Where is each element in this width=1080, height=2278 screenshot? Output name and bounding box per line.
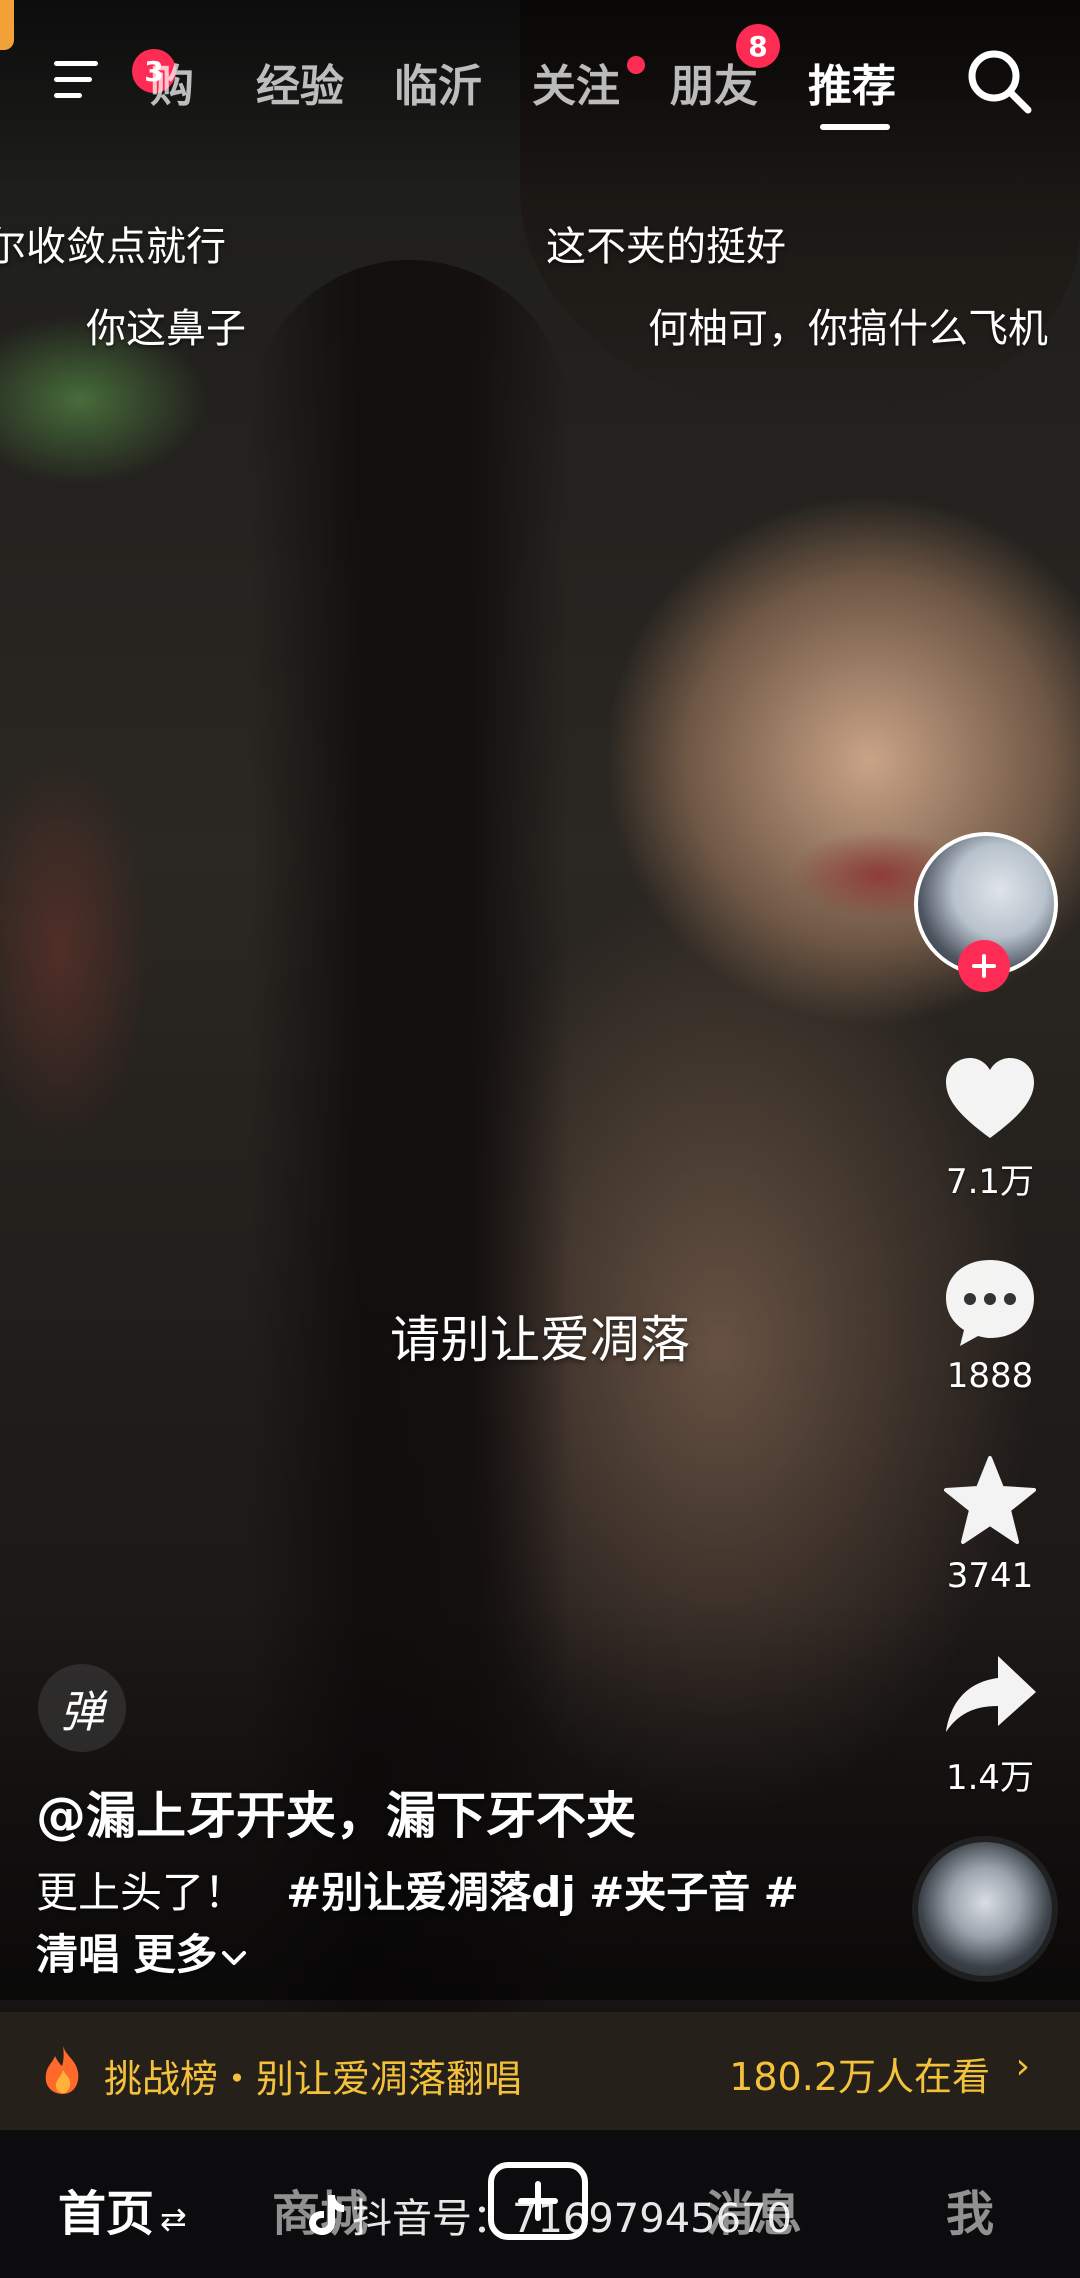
share-arrow-icon [946, 1656, 1036, 1732]
danmaku-toggle-label: 弹 [60, 1687, 104, 1738]
menu-button[interactable]: 3 [50, 49, 176, 105]
plus-icon [972, 954, 996, 978]
danmaku-item: 你这鼻子 [86, 306, 246, 352]
challenge-title: 挑战榜・别让爱凋落翻唱 [104, 2057, 523, 2101]
creator-avatar[interactable] [914, 832, 1058, 992]
following-dot-badge [627, 56, 645, 74]
danmaku-item: 何柚可，你搞什么飞机 [648, 306, 1048, 352]
hashtag-link[interactable]: #夹子音 [589, 1868, 750, 1917]
tab-recommend[interactable]: 推荐 [808, 50, 896, 114]
active-tab-indicator [820, 124, 890, 130]
chevron-down-icon [222, 1950, 247, 1965]
tab-following[interactable]: 关注 [532, 50, 620, 114]
follow-button[interactable] [958, 940, 1010, 992]
swap-icon: ⇄ [160, 2200, 187, 2238]
more-button[interactable]: 更多 [133, 1930, 247, 1979]
share-count: 1.4万 [945, 1758, 1035, 1798]
fire-icon [45, 2046, 79, 2094]
douyin-logo-icon [309, 2195, 344, 2235]
favorite-button[interactable]: 3741 [930, 1452, 1050, 1596]
tab-home-label: 首页 [58, 2186, 155, 2242]
comment-count: 1888 [946, 1356, 1034, 1396]
tab-me[interactable]: 我 [946, 2174, 994, 2244]
author-name[interactable]: @漏上牙开夹，漏下牙不夹 [36, 1776, 636, 1848]
tab-home[interactable]: 首页 ⇄ [58, 2174, 187, 2244]
danmaku-item: 这不夹的挺好 [546, 224, 786, 270]
douyin-watermark: 抖音号：71697945670 [306, 2186, 792, 2244]
tab-shop[interactable]: 购 [150, 50, 194, 114]
hashtag-link[interactable]: #别让爱凋落dj [286, 1868, 576, 1917]
lyric-subtitle: 请别让爱凋落 [390, 1311, 690, 1369]
video-caption: 更上头了！ #别让爱凋落dj #夹子音 #清唱 更多 [36, 1862, 826, 1986]
challenge-viewers: 180.2万人在看 [729, 2055, 990, 2099]
tab-experience[interactable]: 经验 [256, 50, 344, 114]
danmaku-item: 尔收敛点就行 [0, 224, 226, 270]
like-count: 7.1万 [945, 1162, 1035, 1202]
heart-icon [946, 1058, 1034, 1138]
caption-text: 更上头了！ [36, 1868, 247, 1917]
favorite-count: 3741 [946, 1556, 1034, 1596]
comment-button[interactable]: 1888 [930, 1252, 1050, 1396]
watermark-text: 抖音号：71697945670 [352, 2196, 792, 2242]
share-button[interactable]: 1.4万 [930, 1646, 1050, 1799]
search-button[interactable] [960, 42, 1040, 122]
tab-linyi[interactable]: 临沂 [394, 50, 482, 114]
chevron-right-icon: › [1015, 2046, 1030, 2087]
danmaku-toggle-button[interactable]: 弹 [38, 1664, 126, 1752]
more-label: 更多 [133, 1930, 218, 1979]
star-icon [944, 1456, 1036, 1544]
top-navigation: 3 购 经验 临沂 关注 朋友 8 推荐 [0, 20, 1080, 140]
music-disc[interactable] [918, 1842, 1052, 1976]
friends-badge: 8 [736, 24, 780, 68]
comment-icon [946, 1260, 1034, 1346]
challenge-banner[interactable]: 挑战榜・别让爱凋落翻唱 180.2万人在看 › [0, 2012, 1080, 2130]
search-icon [968, 50, 1032, 114]
like-button[interactable]: 7.1万 [930, 1050, 1050, 1203]
